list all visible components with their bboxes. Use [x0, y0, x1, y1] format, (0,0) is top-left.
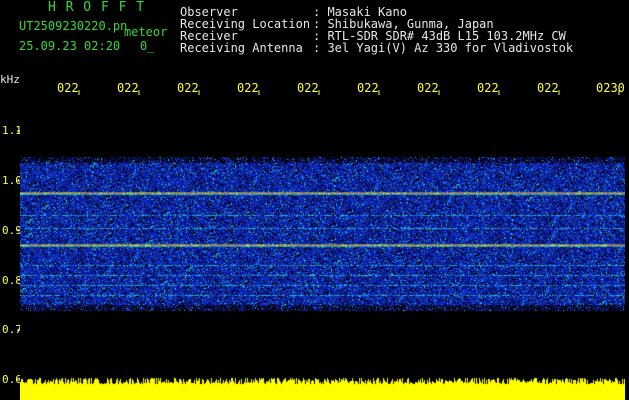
spectrogram-canvas — [20, 95, 625, 400]
